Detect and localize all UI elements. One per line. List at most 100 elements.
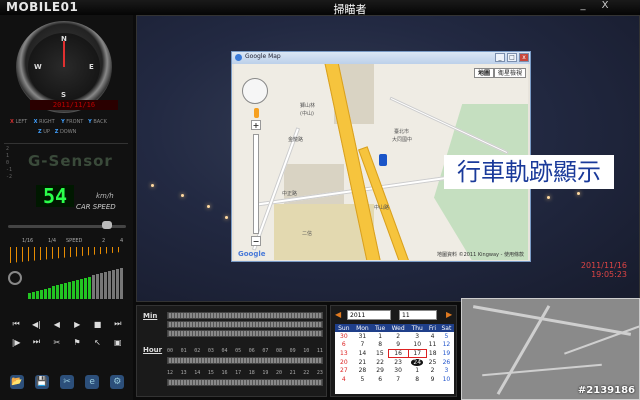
calendar-day[interactable]: 1 <box>408 366 426 375</box>
calendar-day[interactable]: 11 <box>426 341 439 350</box>
hour-tick[interactable]: 03 <box>208 348 214 356</box>
gmap-minimize-button[interactable]: _ <box>495 53 505 62</box>
map-zoom-in-button[interactable]: + <box>251 120 261 130</box>
cut-icon[interactable]: ✂ <box>59 375 74 389</box>
minimize-button[interactable]: _ <box>576 0 590 13</box>
min-strip-3[interactable] <box>167 330 323 337</box>
calendar-day[interactable]: 4 <box>335 375 353 384</box>
calendar-day[interactable]: 25 <box>426 358 439 367</box>
calendar-day[interactable]: 8 <box>408 375 426 384</box>
calendar-day[interactable]: 22 <box>372 358 388 367</box>
transport-button-3[interactable]: ▶ <box>70 320 84 329</box>
hour-tick[interactable]: 20 <box>276 370 282 378</box>
hour-tick[interactable]: 05 <box>235 348 241 356</box>
hour-tick[interactable]: 16 <box>222 370 228 378</box>
calendar-day[interactable]: 9 <box>388 341 408 350</box>
hour-tick[interactable]: 15 <box>208 370 214 378</box>
close-button[interactable]: X <box>598 0 612 13</box>
hour-strip[interactable] <box>167 357 323 364</box>
calendar-day[interactable]: 28 <box>353 366 373 375</box>
calendar-day[interactable]: 8 <box>372 341 388 350</box>
calendar-day[interactable]: 5 <box>353 375 373 384</box>
calendar-day[interactable]: 23 <box>388 358 408 367</box>
map-zoom-slider[interactable] <box>253 134 259 234</box>
map-copyright[interactable]: 地圖資料 ©2011 Kingway - 使用條款 <box>437 251 524 258</box>
volume-meter[interactable] <box>28 267 126 299</box>
month-select[interactable]: 11 <box>399 310 437 320</box>
transport2-button-1[interactable]: ⏭ <box>29 337 43 347</box>
hour-tick[interactable]: 19 <box>262 370 268 378</box>
hour-tick[interactable]: 23 <box>317 370 323 378</box>
save-icon[interactable]: 💾 <box>34 375 49 389</box>
transport2-button-4[interactable]: ↖ <box>90 338 104 347</box>
calendar-day[interactable]: 27 <box>335 366 353 375</box>
calendar-day[interactable]: 17 <box>407 348 427 359</box>
map-type-map-button[interactable]: 地圖 <box>474 68 495 78</box>
seek-handle[interactable] <box>102 221 112 229</box>
calendar-day[interactable]: 9 <box>426 375 439 384</box>
next-month-button[interactable]: ▶ <box>446 310 454 320</box>
hour-tick[interactable]: 10 <box>303 348 309 356</box>
calendar-day[interactable]: 10 <box>408 341 426 350</box>
calendar-day[interactable]: 6 <box>372 375 388 384</box>
calendar-day[interactable]: 31 <box>353 332 373 341</box>
calendar-day[interactable]: 10 <box>439 375 454 384</box>
hour-tick[interactable]: 00 <box>167 348 173 356</box>
hour-tick[interactable]: 08 <box>276 348 282 356</box>
hour-tick[interactable]: 11 <box>317 348 323 356</box>
hour-tick[interactable]: 22 <box>303 370 309 378</box>
calendar-day[interactable]: 5 <box>439 332 454 341</box>
street-view-pegman-icon[interactable] <box>254 108 259 118</box>
volume-icon[interactable] <box>8 271 22 285</box>
calendar-day[interactable]: 14 <box>353 349 373 358</box>
year-select[interactable]: 2011 <box>347 310 391 320</box>
calendar-day[interactable]: 21 <box>353 358 373 367</box>
calendar-day[interactable]: 15 <box>372 349 388 358</box>
hour-tick[interactable]: 21 <box>290 370 296 378</box>
min-strip[interactable] <box>167 312 323 319</box>
calendar-day[interactable]: 7 <box>353 341 373 350</box>
transport-button-0[interactable]: ⏮ <box>9 319 23 329</box>
hour-tick[interactable]: 07 <box>262 348 268 356</box>
transport-button-5[interactable]: ⏭ <box>111 319 125 329</box>
map-zoom-out-button[interactable]: − <box>251 236 261 246</box>
hour-tick[interactable]: 09 <box>290 348 296 356</box>
calendar-day[interactable]: 30 <box>335 332 353 341</box>
calendar-day[interactable]: 12 <box>439 341 454 350</box>
calendar-day[interactable]: 1 <box>372 332 388 341</box>
open-folder-icon[interactable]: 📂 <box>9 375 24 389</box>
browser-icon[interactable]: e <box>85 375 100 389</box>
calendar-day[interactable]: 2 <box>426 366 439 375</box>
hour-tick[interactable]: 06 <box>249 348 255 356</box>
gmap-maximize-button[interactable]: □ <box>507 53 517 62</box>
transport-button-2[interactable]: ◀ <box>50 320 64 329</box>
calendar-day[interactable]: 6 <box>335 341 353 350</box>
prev-month-button[interactable]: ◀ <box>335 310 343 320</box>
hour-strip-2[interactable] <box>167 379 323 386</box>
calendar-day[interactable]: 3 <box>408 332 426 341</box>
hour-tick[interactable]: 01 <box>181 348 187 356</box>
calendar-day[interactable]: 3 <box>439 366 454 375</box>
calendar-day[interactable]: 18 <box>426 349 439 358</box>
hour-tick[interactable]: 17 <box>235 370 241 378</box>
hour-tick[interactable]: 12 <box>167 370 173 378</box>
calendar-day[interactable]: 4 <box>426 332 439 341</box>
hour-tick[interactable]: 18 <box>249 370 255 378</box>
google-map-titlebar[interactable]: Google Map _ □ x <box>232 52 530 64</box>
map-type-satellite-button[interactable]: 衛星檢視 <box>494 68 527 78</box>
calendar-day[interactable]: 20 <box>335 358 353 367</box>
settings-icon[interactable]: ⚙ <box>110 375 125 389</box>
calendar-day[interactable]: 29 <box>372 366 388 375</box>
transport2-button-0[interactable]: |▶ <box>9 338 23 347</box>
gmap-close-button[interactable]: x <box>519 53 529 62</box>
transport-button-4[interactable]: ■ <box>90 320 104 329</box>
transport2-button-5[interactable]: ▣ <box>111 338 125 347</box>
transport2-button-2[interactable]: ✂ <box>50 338 64 347</box>
calendar-day[interactable]: 16 <box>387 348 409 359</box>
transport2-button-3[interactable]: ⚑ <box>70 338 84 347</box>
map-pan-control[interactable] <box>242 78 268 104</box>
calendar-day[interactable]: 19 <box>439 349 454 358</box>
calendar-day[interactable]: 7 <box>388 375 408 384</box>
calendar-day[interactable]: 30 <box>388 366 408 375</box>
hour-tick[interactable]: 14 <box>194 370 200 378</box>
